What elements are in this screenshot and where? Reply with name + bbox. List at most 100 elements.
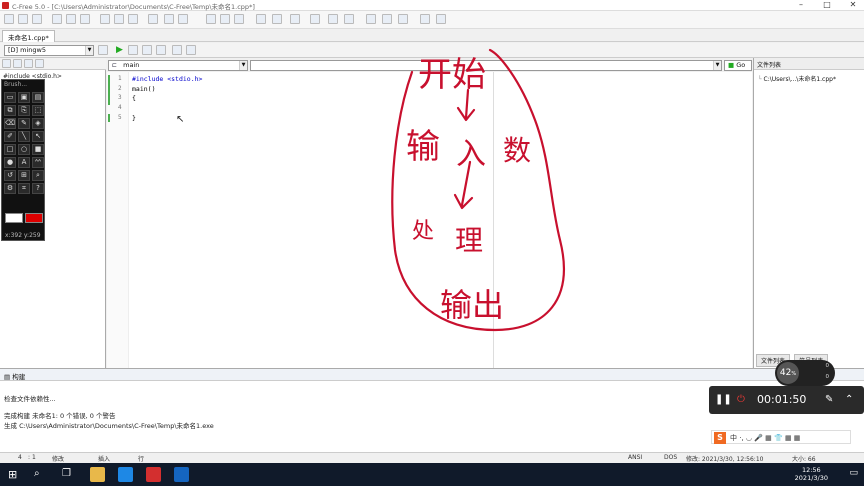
sort-icon[interactable] bbox=[2, 59, 11, 68]
find-icon[interactable] bbox=[206, 14, 216, 24]
build-panel-title: ▤ 构建 bbox=[0, 369, 864, 381]
performance-gauge[interactable]: 42% 0 0 bbox=[775, 360, 835, 386]
crop-icon[interactable]: ⌗ bbox=[18, 183, 30, 194]
code-editor[interactable]: 1 #include <stdio.h> 2 main() 3 {4 5} bbox=[107, 72, 752, 368]
ime-toolbar[interactable]: S 中 ·, ◡ 🎤 ▦ 👕 ▦ ▦ bbox=[711, 430, 851, 444]
paste-icon[interactable] bbox=[128, 14, 138, 24]
image-icon[interactable]: ▤ bbox=[32, 92, 44, 103]
filled-ellipse-icon[interactable]: ● bbox=[4, 157, 16, 168]
task-view-icon[interactable]: ❐ bbox=[62, 468, 71, 479]
help-icon[interactable] bbox=[420, 14, 430, 24]
goto-icon[interactable] bbox=[234, 14, 244, 24]
paste-icon[interactable]: ⎘ bbox=[18, 105, 30, 116]
undo-icon[interactable] bbox=[164, 14, 174, 24]
eraser-icon[interactable]: ⌫ bbox=[4, 118, 16, 129]
save-canvas-icon[interactable]: ▣ bbox=[18, 92, 30, 103]
line-number: 1 bbox=[118, 75, 122, 82]
print-margin-line bbox=[493, 72, 494, 368]
settings-icon[interactable]: ⚙ bbox=[4, 183, 16, 194]
collapse-icon[interactable]: ⌃ bbox=[845, 394, 853, 405]
new-file-icon[interactable] bbox=[4, 14, 14, 24]
pen-icon[interactable]: ✎ bbox=[18, 118, 30, 129]
run-icon[interactable]: ▶ bbox=[116, 45, 123, 55]
rectangle-icon[interactable]: □ bbox=[4, 144, 16, 155]
debug-icon[interactable] bbox=[172, 45, 182, 55]
code-line[interactable]: { bbox=[132, 94, 136, 102]
cut-icon[interactable] bbox=[100, 14, 110, 24]
format-icon[interactable] bbox=[272, 14, 282, 24]
step-icon[interactable] bbox=[344, 14, 354, 24]
search-icon[interactable]: ⌕ bbox=[34, 468, 40, 479]
line-number: 5 bbox=[118, 113, 122, 121]
open-file-icon[interactable] bbox=[18, 14, 28, 24]
close-window-icon[interactable] bbox=[398, 14, 408, 24]
close-file-icon[interactable] bbox=[66, 14, 76, 24]
delete-icon[interactable] bbox=[148, 14, 158, 24]
tools-icon[interactable] bbox=[310, 14, 320, 24]
arrow-icon[interactable]: ↖ bbox=[32, 131, 44, 142]
replace-icon[interactable] bbox=[220, 14, 230, 24]
code-line[interactable]: } bbox=[132, 114, 136, 122]
notification-icon[interactable]: ▭ bbox=[849, 468, 858, 478]
line-icon[interactable]: ╲ bbox=[18, 131, 30, 142]
rebuild-icon[interactable] bbox=[186, 45, 196, 55]
undo-icon[interactable]: ↺ bbox=[4, 170, 16, 181]
filled-rect-icon[interactable]: ■ bbox=[32, 144, 44, 155]
build-icon[interactable] bbox=[156, 45, 166, 55]
code-line[interactable]: #include <stdio.h> bbox=[132, 75, 202, 83]
font-icon[interactable]: ᴬᴬ bbox=[32, 157, 44, 168]
print-icon[interactable] bbox=[80, 14, 90, 24]
about-icon[interactable] bbox=[436, 14, 446, 24]
copy-icon[interactable]: ⧉ bbox=[4, 105, 16, 116]
stop-record-icon[interactable]: ⏻ bbox=[737, 394, 745, 405]
text-icon[interactable]: A bbox=[18, 157, 30, 168]
cfree-taskbar-icon[interactable] bbox=[146, 467, 161, 482]
compiler-select[interactable]: [D] mingw5 ▼ bbox=[4, 45, 94, 56]
maximize-button[interactable]: □ bbox=[818, 0, 836, 11]
stroke-size-swatch[interactable] bbox=[5, 213, 23, 223]
go-button[interactable]: ■ Go bbox=[724, 60, 752, 71]
function-combo[interactable]: ⊏ main ▼ bbox=[108, 60, 248, 71]
copy-icon[interactable] bbox=[114, 14, 124, 24]
explorer-icon[interactable] bbox=[90, 467, 105, 482]
grid-icon[interactable]: ⊞ bbox=[18, 170, 30, 181]
select-icon[interactable]: ⬚ bbox=[32, 105, 44, 116]
code-line[interactable]: main() bbox=[132, 85, 155, 93]
file-list-item[interactable]: └ C:\Users\...\未命名1.cpp* bbox=[758, 74, 836, 83]
bookmark-icon[interactable] bbox=[256, 14, 266, 24]
stop-icon[interactable] bbox=[128, 45, 138, 55]
tab-untitled-1[interactable]: 未命名1.cpp* bbox=[2, 30, 55, 42]
recorder-taskbar-icon[interactable] bbox=[174, 467, 189, 482]
close-button[interactable]: ✕ bbox=[844, 0, 862, 11]
compile-icon[interactable] bbox=[142, 45, 152, 55]
ink-color-swatch[interactable] bbox=[25, 213, 43, 223]
forward-icon[interactable] bbox=[328, 14, 338, 24]
expand-icon[interactable] bbox=[35, 59, 44, 68]
project-icon[interactable] bbox=[366, 14, 376, 24]
pen-icon[interactable]: ✎ bbox=[825, 394, 833, 405]
minimize-button[interactable]: – bbox=[792, 0, 810, 11]
brush-icon[interactable]: ✐ bbox=[4, 131, 16, 142]
help-icon[interactable]: ? bbox=[32, 183, 44, 194]
start-icon[interactable]: ⊞ bbox=[8, 468, 17, 481]
ellipse-icon[interactable]: ○ bbox=[18, 144, 30, 155]
zoom-icon[interactable]: ⌕ bbox=[32, 170, 44, 181]
fill-icon[interactable]: ◈ bbox=[32, 118, 44, 129]
new-canvas-icon[interactable]: ▭ bbox=[4, 92, 16, 103]
symbol-combo[interactable]: ▼ bbox=[250, 60, 722, 71]
app-icon bbox=[2, 2, 9, 9]
save-icon[interactable] bbox=[32, 14, 42, 24]
mouse-cursor-icon: ↖ bbox=[176, 114, 185, 125]
filter-icon[interactable] bbox=[13, 59, 22, 68]
refresh-icon[interactable] bbox=[24, 59, 33, 68]
chevron-down-icon: ▼ bbox=[85, 46, 93, 55]
compiler-settings-icon[interactable] bbox=[98, 45, 108, 55]
symbol-icon[interactable] bbox=[290, 14, 300, 24]
window-icon[interactable] bbox=[382, 14, 392, 24]
redo-icon[interactable] bbox=[178, 14, 188, 24]
clock[interactable]: 12:56 2021/3/30 bbox=[795, 466, 828, 482]
edge-icon[interactable] bbox=[118, 467, 133, 482]
pause-icon[interactable]: ❚❚ bbox=[715, 394, 732, 405]
build-output-panel: ▤ 构建 检查文件依赖性... 完成构建 未命名1: 0 个错误, 0 个警告 … bbox=[0, 368, 864, 461]
save-all-icon[interactable] bbox=[52, 14, 62, 24]
